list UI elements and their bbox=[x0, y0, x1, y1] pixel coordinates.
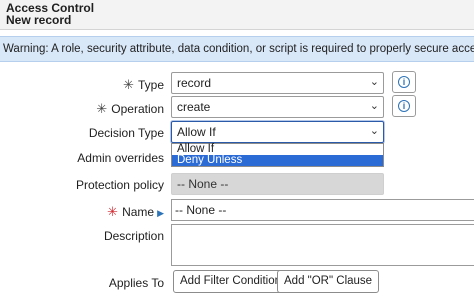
decision-type-label: Decision Type bbox=[88, 126, 164, 140]
chevron-down-icon: ⌄ bbox=[369, 100, 379, 112]
type-select[interactable]: record ⌄ bbox=[171, 72, 384, 94]
applies-to-label: Applies To bbox=[108, 276, 164, 290]
required-icon: ✳ bbox=[96, 101, 108, 116]
operation-info-button[interactable]: i bbox=[392, 95, 416, 117]
info-icon: i bbox=[398, 100, 410, 112]
name-input[interactable]: -- None -- bbox=[171, 199, 474, 221]
type-info-button[interactable]: i bbox=[392, 71, 416, 93]
required-icon: ✳ bbox=[107, 204, 119, 219]
protection-policy-field: -- None -- bbox=[171, 173, 384, 195]
warning-banner: Warning: A role, security attribute, dat… bbox=[0, 36, 474, 62]
admin-overrides-label: Admin overrides bbox=[77, 151, 164, 165]
chevron-down-icon: ⌄ bbox=[369, 76, 379, 88]
decision-type-select[interactable]: Allow If ⌄ bbox=[171, 121, 384, 143]
protection-policy-label: Protection policy bbox=[75, 178, 164, 192]
form-header: Access Control New record bbox=[0, 0, 474, 30]
operation-select[interactable]: create ⌄ bbox=[171, 96, 384, 118]
chevron-down-icon: ⌄ bbox=[369, 125, 379, 137]
info-icon: i bbox=[398, 76, 410, 88]
page-subtitle: New record bbox=[6, 13, 72, 27]
dropdown-option-deny-unless[interactable]: Deny Unless bbox=[172, 154, 383, 166]
operation-label: ✳ Operation bbox=[96, 101, 164, 116]
add-or-clause-button[interactable]: Add "OR" Clause bbox=[277, 270, 380, 293]
page-title: Access Control bbox=[6, 1, 95, 15]
add-filter-condition-button[interactable]: Add Filter Condition bbox=[173, 270, 288, 293]
description-label: Description bbox=[103, 229, 164, 243]
reference-arrow-icon: ▶ bbox=[157, 208, 164, 218]
type-label: ✳ Type bbox=[123, 77, 164, 92]
required-icon: ✳ bbox=[123, 77, 134, 92]
description-textarea[interactable] bbox=[171, 224, 474, 266]
name-label: ✳ Name ▶ bbox=[107, 204, 164, 219]
decision-type-dropdown: Allow If Deny Unless bbox=[171, 143, 384, 167]
